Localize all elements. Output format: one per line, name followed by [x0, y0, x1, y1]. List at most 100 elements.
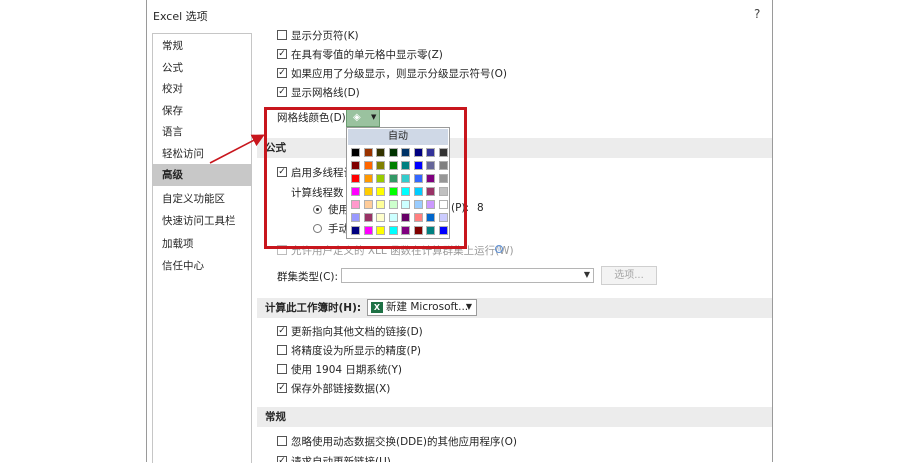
color-swatch[interactable] — [376, 226, 385, 235]
color-swatch[interactable] — [376, 174, 385, 183]
color-swatch[interactable] — [438, 226, 448, 235]
category-nav: 常规 公式 校对 保存 语言 轻松访问 高级 自定义功能区 快速访问工具栏 加载… — [152, 33, 252, 463]
color-swatch[interactable] — [376, 213, 385, 222]
checkbox-unchecked[interactable] — [277, 364, 287, 374]
gridline-color-button[interactable]: ◈ ▼ — [346, 109, 380, 127]
nav-item-language[interactable]: 语言 — [153, 121, 251, 143]
workbook-dropdown[interactable]: X 新建 Microsoft... ▼ — [367, 299, 477, 316]
nav-item-save[interactable]: 保存 — [153, 100, 251, 122]
color-swatch[interactable] — [426, 226, 435, 235]
color-swatch[interactable] — [363, 200, 373, 209]
checkbox-checked[interactable]: ✓ — [277, 68, 287, 78]
color-swatch[interactable] — [351, 187, 360, 196]
color-swatch[interactable] — [388, 148, 398, 157]
checkbox-unchecked[interactable] — [277, 436, 287, 446]
color-swatch[interactable] — [426, 174, 435, 183]
color-swatch[interactable] — [376, 187, 385, 196]
color-swatch[interactable] — [426, 148, 435, 157]
radio-use-all-processors[interactable] — [313, 205, 322, 214]
color-swatch[interactable] — [363, 161, 373, 170]
color-swatch[interactable] — [351, 226, 360, 235]
color-swatch[interactable] — [401, 174, 410, 183]
nav-item-customize-ribbon[interactable]: 自定义功能区 — [153, 188, 251, 210]
color-swatch[interactable] — [401, 213, 410, 222]
checkbox-checked[interactable]: ✓ — [277, 383, 287, 393]
color-swatch[interactable] — [401, 161, 410, 170]
checkbox-unchecked[interactable] — [277, 30, 287, 40]
color-swatch[interactable] — [376, 200, 385, 209]
color-swatch[interactable] — [438, 213, 448, 222]
color-swatch[interactable] — [388, 174, 398, 183]
color-swatch[interactable] — [388, 200, 398, 209]
nav-item-addins[interactable]: 加载项 — [153, 233, 251, 255]
color-swatch[interactable] — [351, 161, 360, 170]
checkbox-checked[interactable]: ✓ — [277, 326, 287, 336]
excel-file-icon: X — [371, 302, 383, 313]
color-swatch[interactable] — [438, 200, 448, 209]
color-swatch[interactable] — [438, 187, 448, 196]
color-swatch[interactable] — [413, 148, 423, 157]
radio-use-label-tail: (P): — [451, 202, 470, 214]
color-swatch[interactable] — [351, 174, 360, 183]
nav-item-general[interactable]: 常规 — [153, 35, 251, 57]
color-swatch[interactable] — [413, 187, 423, 196]
color-swatch[interactable] — [426, 213, 435, 222]
radio-manual[interactable] — [313, 224, 322, 233]
color-swatch[interactable] — [376, 148, 385, 157]
nav-item-quick-access[interactable]: 快速访问工具栏 — [153, 210, 251, 232]
color-swatch[interactable] — [401, 148, 410, 157]
color-swatch[interactable] — [438, 148, 448, 157]
workbook-calc-section: 计算此工作簿时(H): — [257, 298, 772, 318]
cluster-options-button[interactable]: 选项... — [601, 266, 657, 285]
color-swatch[interactable] — [363, 174, 373, 183]
nav-item-formulas[interactable]: 公式 — [153, 57, 251, 79]
color-swatch[interactable] — [388, 226, 398, 235]
cluster-type-dropdown[interactable]: ▼ — [341, 268, 594, 283]
chevron-down-icon: ▼ — [583, 270, 590, 279]
cluster-type-label: 群集类型(C): — [277, 271, 339, 283]
color-swatch[interactable] — [413, 174, 423, 183]
checkbox-checked[interactable]: ✓ — [277, 49, 287, 59]
color-swatch[interactable] — [401, 226, 410, 235]
checkbox-checked[interactable]: ✓ — [277, 87, 287, 97]
color-swatch[interactable] — [438, 174, 448, 183]
color-swatch[interactable] — [351, 148, 360, 157]
checkbox-checked[interactable]: ✓ — [277, 167, 287, 177]
color-swatch[interactable] — [401, 187, 410, 196]
color-swatch[interactable] — [426, 161, 435, 170]
chevron-down-icon: ▼ — [465, 302, 472, 311]
thread-count-label: 计算线程数 — [291, 187, 344, 199]
dialog-title: Excel 选项 — [153, 10, 208, 23]
color-swatch[interactable] — [351, 213, 360, 222]
nav-item-trust-center[interactable]: 信任中心 — [153, 255, 251, 277]
color-swatch[interactable] — [376, 161, 385, 170]
color-swatch[interactable] — [401, 200, 410, 209]
color-swatch[interactable] — [363, 226, 373, 235]
nav-item-accessibility[interactable]: 轻松访问 — [153, 143, 251, 165]
color-swatch[interactable] — [363, 148, 373, 157]
nav-item-advanced[interactable]: 高级 — [153, 164, 251, 186]
color-swatch[interactable] — [363, 187, 373, 196]
color-swatch[interactable] — [351, 200, 360, 209]
options-dialog: Excel 选项 ? 常规 公式 校对 保存 语言 轻松访问 高级 自定义功能区… — [147, 0, 773, 463]
color-swatch[interactable] — [388, 187, 398, 196]
help-button[interactable]: ? — [754, 7, 760, 21]
color-swatch[interactable] — [413, 200, 423, 209]
nav-item-proofing[interactable]: 校对 — [153, 78, 251, 100]
color-swatch[interactable] — [363, 213, 373, 222]
checkbox-checked[interactable]: ✓ — [277, 456, 287, 462]
checkbox-unchecked[interactable] — [277, 345, 287, 355]
color-swatch[interactable] — [426, 187, 435, 196]
auto-color-option[interactable]: 自动 — [348, 129, 448, 145]
color-swatch[interactable] — [413, 213, 423, 222]
gridline-color-label: 网格线颜色(D) — [277, 112, 346, 124]
color-swatch[interactable] — [413, 226, 423, 235]
general-section-header: 常规 — [257, 407, 772, 427]
checkbox-disabled[interactable] — [277, 245, 287, 255]
color-swatch[interactable] — [413, 161, 423, 170]
color-swatch[interactable] — [388, 213, 398, 222]
info-icon: i — [495, 245, 503, 253]
color-swatch[interactable] — [438, 161, 448, 170]
color-swatch[interactable] — [426, 200, 435, 209]
color-swatch[interactable] — [388, 161, 398, 170]
